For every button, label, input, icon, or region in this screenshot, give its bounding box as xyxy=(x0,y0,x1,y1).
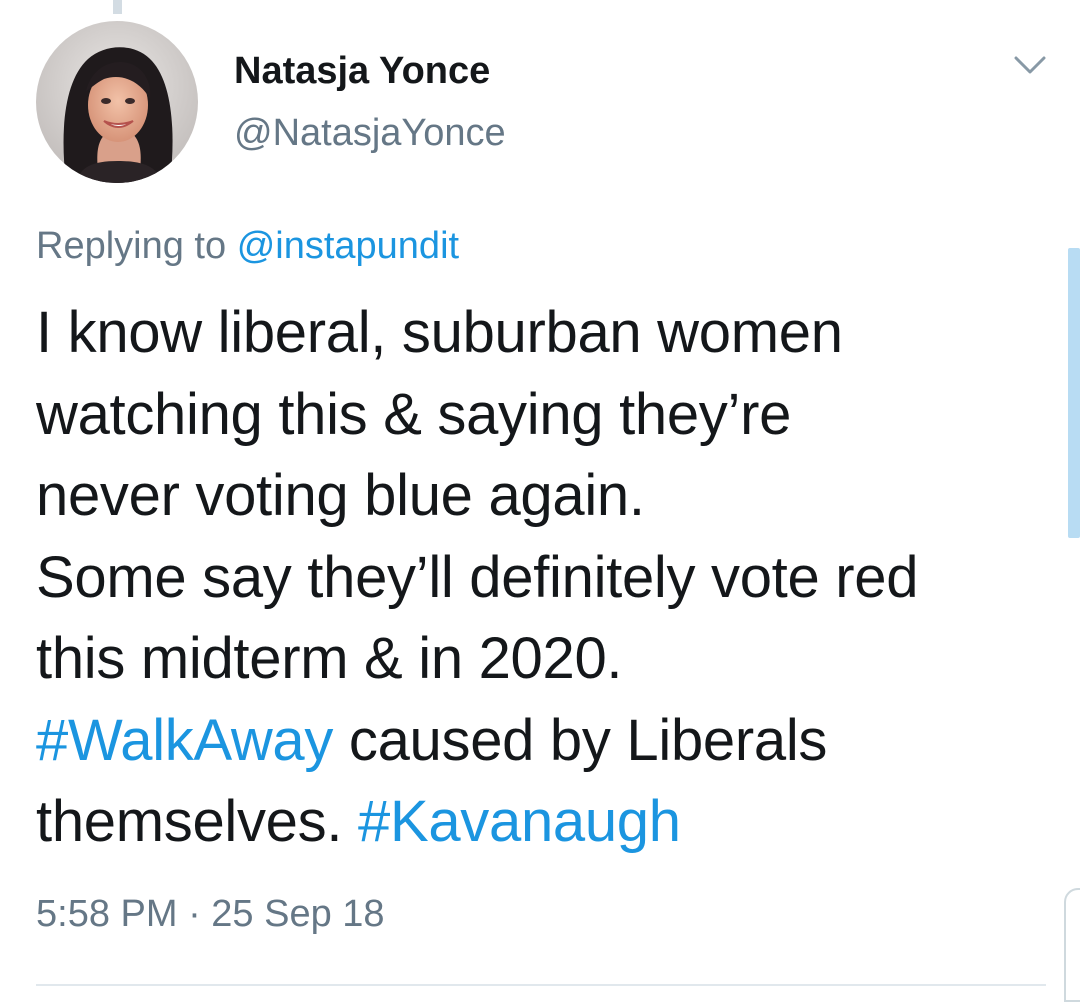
reply-context: Replying to @instapundit xyxy=(36,225,459,268)
hashtag-link-walkaway[interactable]: #WalkAway xyxy=(36,708,333,773)
tweet-text-fragment: caused by Liberals xyxy=(333,707,828,773)
divider xyxy=(36,984,1046,986)
reply-prefix: Replying to xyxy=(36,225,227,267)
author-display-name[interactable]: Natasja Yonce xyxy=(234,50,490,93)
profile-photo xyxy=(36,21,198,183)
thread-connector-line xyxy=(113,0,122,14)
partial-card-edge xyxy=(1064,888,1080,1002)
avatar[interactable] xyxy=(36,21,198,183)
tweet-text-line: themselves. #Kavanaugh xyxy=(36,781,1066,863)
tweet-text-line: #WalkAway caused by Liberals xyxy=(36,700,1066,782)
scrollbar[interactable] xyxy=(1068,248,1080,538)
hashtag-link-kavanaugh[interactable]: #Kavanaugh xyxy=(358,789,681,854)
tweet-timestamp[interactable]: 5:58 PM · 25 Sep 18 xyxy=(36,893,385,936)
tweet-text-line: Some say they’ll definitely vote red xyxy=(36,544,919,610)
tweet-text-line: this midterm & in 2020. xyxy=(36,626,623,691)
tweet-text-fragment: themselves. xyxy=(36,789,358,854)
author-handle[interactable]: @NatasjaYonce xyxy=(234,112,506,155)
reply-mention-link[interactable]: @instapundit xyxy=(237,225,459,267)
tweet-text-line: I know liberal, suburban women xyxy=(36,300,843,365)
tweet-text-line: never voting blue again. xyxy=(36,463,645,528)
tweet-text: I know liberal, suburban women watching … xyxy=(36,292,1066,863)
chevron-down-icon[interactable] xyxy=(1010,48,1050,84)
tweet-text-line: watching this & saying they’re xyxy=(36,381,792,447)
